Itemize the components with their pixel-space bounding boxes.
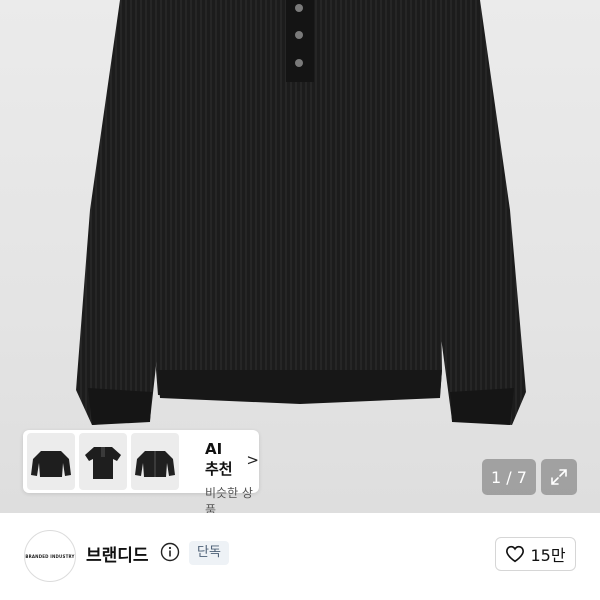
- heart-icon: [506, 545, 525, 563]
- info-icon[interactable]: [160, 542, 180, 562]
- expand-button[interactable]: [541, 459, 577, 495]
- brand-name[interactable]: 브랜디드: [86, 541, 149, 566]
- brand-logo-text: BRANDED INDUSTRY: [25, 553, 75, 559]
- like-button[interactable]: 15만: [495, 537, 576, 571]
- sweater-thumb-icon[interactable]: [27, 433, 75, 490]
- brand-row: BRANDED INDUSTRY 브랜디드 단독 15만: [0, 513, 600, 600]
- expand-icon: [551, 469, 567, 485]
- exclusive-badge: 단독: [189, 541, 229, 565]
- tshirt-thumb-icon[interactable]: [79, 433, 127, 490]
- image-pager: 1 / 7: [482, 459, 536, 495]
- cardigan-thumb-icon[interactable]: [131, 433, 179, 490]
- brand-avatar[interactable]: BRANDED INDUSTRY: [24, 530, 76, 582]
- ai-recommendation-title: AI 추천: [205, 440, 233, 478]
- like-count: 15만: [530, 546, 566, 565]
- ai-recommendation-text: AI 추천 > 비슷한 상품: [205, 440, 259, 518]
- ai-recommendation-card[interactable]: AI 추천 > 비슷한 상품: [23, 430, 259, 517]
- chevron-right-icon: >: [246, 450, 259, 469]
